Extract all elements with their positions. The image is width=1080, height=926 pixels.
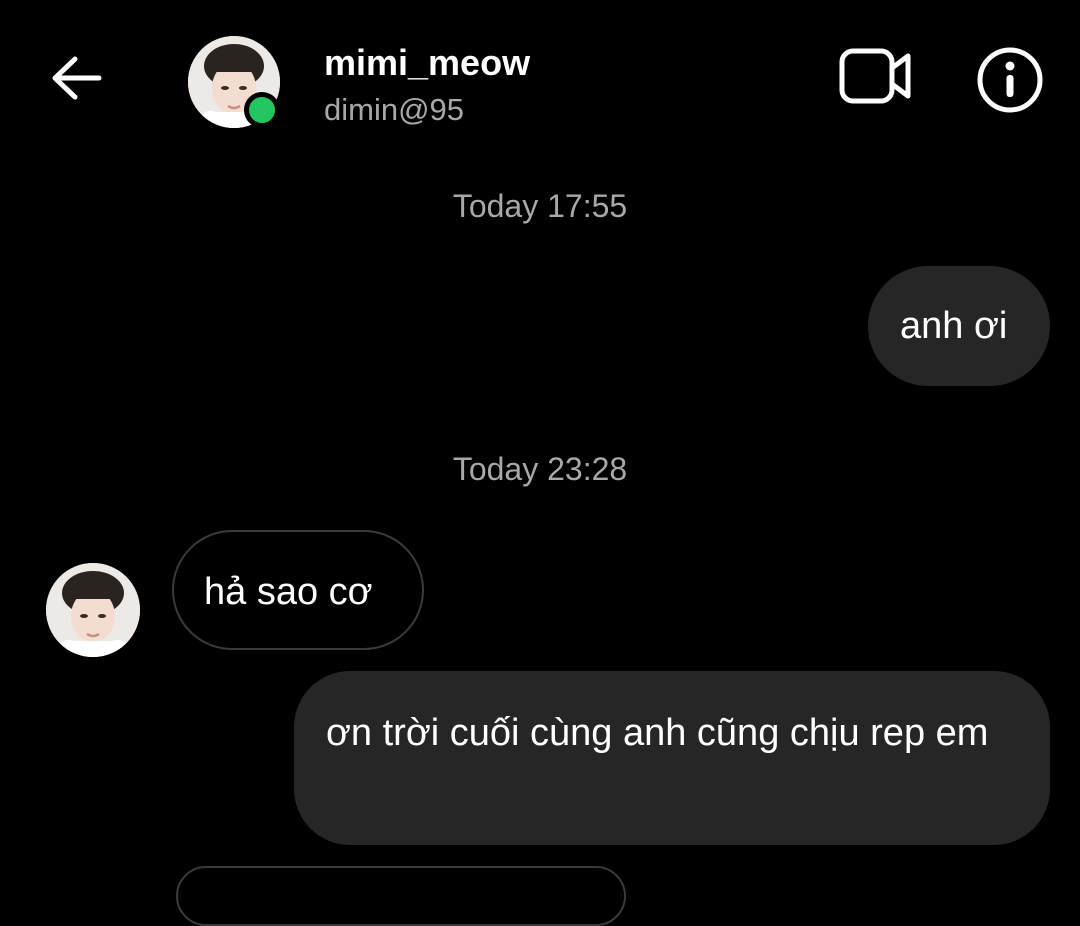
video-call-button[interactable]: [836, 44, 916, 108]
message-text: ơn trời cuối cùng anh cũng chịu rep em: [326, 712, 989, 754]
online-status-indicator: [244, 92, 280, 128]
profile-avatar-button[interactable]: [188, 36, 280, 128]
chat-handle: dimin@95: [324, 92, 465, 127]
incoming-message-bubble[interactable]: hả sao cơ: [172, 530, 424, 650]
message-timestamp: Today 23:28: [452, 451, 628, 487]
message-text: anh ơi: [900, 305, 1008, 347]
info-button[interactable]: [974, 44, 1046, 116]
message-timestamp: Today 17:55: [452, 188, 628, 224]
info-icon: [977, 47, 1043, 113]
sender-avatar[interactable]: [46, 563, 140, 657]
incoming-message-bubble-partial[interactable]: [176, 866, 626, 926]
message-text: hả sao cơ: [204, 571, 373, 613]
chat-username[interactable]: mimi_meow: [324, 42, 530, 84]
chat-header: mimi_meow dimin@95: [0, 0, 1080, 150]
outgoing-message-bubble[interactable]: anh ơi: [868, 266, 1050, 386]
arrow-left-icon: [52, 56, 102, 100]
video-camera-icon: [839, 48, 911, 104]
outgoing-message-bubble[interactable]: ơn trời cuối cùng anh cũng chịu rep em: [294, 671, 1050, 845]
back-button[interactable]: [44, 46, 108, 110]
